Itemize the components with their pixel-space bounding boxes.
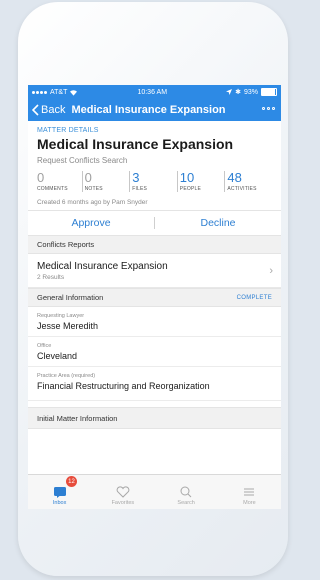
tab-bar: 12 Inbox Favorites Search More <box>28 474 281 509</box>
created-info: Created 6 months ago by Pam Snyder <box>37 199 148 206</box>
battery-percent: 93% <box>243 88 258 96</box>
stat-people[interactable]: 10 PEOPLE <box>176 170 225 192</box>
tab-label: Search <box>177 500 195 506</box>
tab-label: Favorites <box>111 500 135 506</box>
section-title: Initial Matter Information <box>37 413 118 423</box>
approve-button[interactable]: Approve <box>28 217 154 229</box>
field-label: Office <box>37 343 52 349</box>
stat-label: ACTIVITIES <box>227 186 257 192</box>
tab-favorites[interactable]: Favorites <box>91 475 154 509</box>
tab-label: Inbox <box>52 500 67 506</box>
field-label: Practice Area (required) <box>37 373 96 379</box>
stat-comments[interactable]: 0 COMMENTS <box>37 171 82 192</box>
tab-more[interactable]: More <box>218 475 281 509</box>
back-label: Back <box>41 104 66 116</box>
heart-icon <box>116 486 130 498</box>
tab-label: More <box>243 500 256 506</box>
report-name: Medical Insurance Expansion <box>37 261 168 272</box>
menu-icon <box>244 488 255 496</box>
field-office[interactable]: Office Cleveland <box>28 337 281 367</box>
section-status: COMPLETE <box>236 294 272 301</box>
conflicts-report-row[interactable]: Medical Insurance Expansion 2 Results › <box>28 254 281 288</box>
status-time: 10:36 AM <box>137 88 168 96</box>
field-label: Requesting Lawyer <box>37 313 85 319</box>
stat-label: NOTES <box>84 186 103 192</box>
location-arrow-icon <box>226 89 233 95</box>
chevron-left-icon <box>32 104 39 116</box>
stat-value: 0 <box>37 170 45 185</box>
back-button[interactable]: Back <box>32 104 65 116</box>
matter-details: MATTER DETAILS Medical Insurance Expansi… <box>28 121 281 210</box>
stat-label: FILES <box>132 186 148 192</box>
status-bar: AT&T 10:36 AM ✱ 93% <box>28 85 281 99</box>
stat-activities[interactable]: 48 ACTIVITIES <box>224 171 272 192</box>
action-bar: Approve Decline <box>28 210 281 235</box>
bluetooth-icon: ✱ <box>235 89 241 96</box>
field-value: Cleveland <box>37 351 78 361</box>
stat-value: 48 <box>227 170 242 185</box>
initial-info-section-header: Initial Matter Information <box>28 407 281 429</box>
field-value: Jesse Meredith <box>37 321 99 331</box>
stat-value: 3 <box>132 170 140 185</box>
matter-stats: 0 COMMENTS 0 NOTES 3 FILES 10 PEOPLE 48 … <box>37 171 272 192</box>
navigation-bar: Back Medical Insurance Expansion <box>28 99 281 121</box>
chevron-right-icon: › <box>269 265 273 277</box>
stat-value: 10 <box>179 170 195 185</box>
matter-title: Medical Insurance Expansion <box>37 136 234 152</box>
signal-area: AT&T <box>32 89 78 96</box>
nav-title: Medical Insurance Expansion <box>71 104 226 116</box>
general-info-section-header: General Information COMPLETE <box>28 288 281 307</box>
app-screen: AT&T 10:36 AM ✱ 93% Back Medical Insuran… <box>28 85 281 509</box>
stat-value: 0 <box>84 170 92 185</box>
field-requesting-lawyer[interactable]: Requesting Lawyer Jesse Meredith <box>28 307 281 337</box>
tab-inbox[interactable]: 12 Inbox <box>28 475 91 509</box>
search-icon <box>180 486 192 498</box>
stat-label: PEOPLE <box>179 186 201 192</box>
status-right: ✱ 93% <box>226 88 277 96</box>
matter-subtitle: Request Conflicts Search <box>37 156 128 165</box>
decline-button[interactable]: Decline <box>155 217 281 229</box>
section-title: General Information <box>37 293 104 302</box>
inbox-badge: 12 <box>66 476 77 487</box>
signal-strength-icon <box>32 89 48 96</box>
section-title: Conflicts Reports <box>37 240 95 249</box>
matter-section-label: MATTER DETAILS <box>37 127 99 134</box>
stat-notes[interactable]: 0 NOTES <box>81 170 130 192</box>
field-practice-area[interactable]: Practice Area (required) Financial Restr… <box>28 367 281 401</box>
more-options-icon[interactable] <box>262 107 275 110</box>
field-value: Financial Restructuring and Reorganizati… <box>37 381 210 391</box>
battery-icon <box>261 88 277 96</box>
stat-label: COMMENTS <box>37 186 68 192</box>
report-results: 2 Results <box>37 274 65 281</box>
conflicts-section-header: Conflicts Reports <box>28 235 281 254</box>
carrier-name: AT&T <box>50 88 68 96</box>
tab-search[interactable]: Search <box>155 475 218 509</box>
stat-files[interactable]: 3 FILES <box>129 171 177 192</box>
wifi-icon <box>70 89 78 96</box>
inbox-icon <box>53 487 66 498</box>
